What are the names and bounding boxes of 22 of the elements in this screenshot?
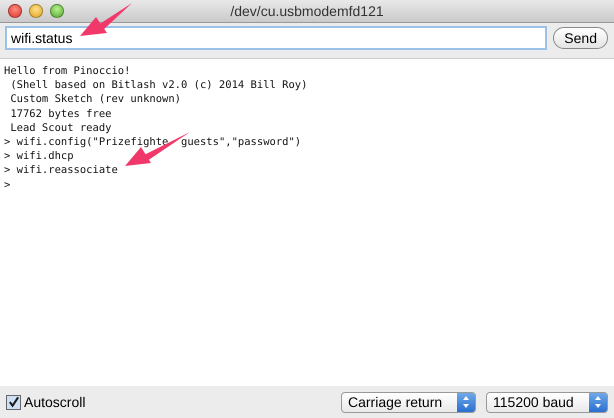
- baud-rate-dropdown[interactable]: 115200 baud: [486, 392, 608, 412]
- window-title: /dev/cu.usbmodemfd121: [230, 3, 384, 19]
- zoom-button[interactable]: [50, 4, 64, 18]
- dropdown-arrows-icon: [457, 392, 475, 412]
- autoscroll-checkbox[interactable]: [6, 394, 21, 410]
- input-field[interactable]: wifi.status: [5, 26, 548, 50]
- output-line: Hello from Pinoccio!: [4, 64, 132, 78]
- output-line: > wifi.reassociate: [4, 163, 119, 178]
- output-line: guests","password"): [181, 135, 302, 150]
- output-line: Lead Scout ready: [9, 120, 112, 136]
- output-line: (Shell based on Bitlash v2.0 (c) 2014 Bill Roy): [9, 78, 308, 92]
- output-line: 17762 bytes free: [9, 106, 112, 121]
- output-line: Custom Sketch (rev unknown): [9, 92, 182, 107]
- close-button[interactable]: [8, 4, 22, 18]
- output-line: > wifi.dhcp: [4, 149, 75, 164]
- dropdown-arrows-icon: [589, 392, 607, 412]
- minimize-button[interactable]: [29, 4, 43, 18]
- output-line: > wifi.config("Prizefighte: [4, 135, 168, 150]
- send-button[interactable]: Send: [553, 27, 608, 49]
- autoscroll-label: Autoscroll: [24, 394, 86, 410]
- output-line: >: [4, 178, 12, 192]
- line-ending-dropdown[interactable]: Carriage return: [341, 392, 476, 412]
